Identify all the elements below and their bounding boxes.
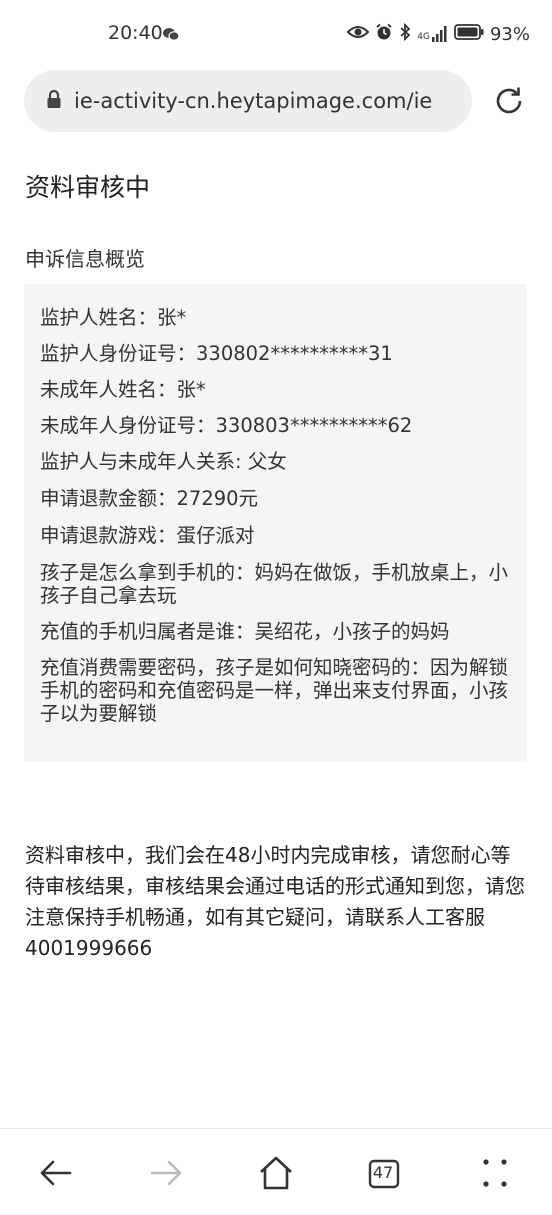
home-icon[interactable]	[256, 1153, 296, 1193]
minor-name: 未成年人姓名：张*	[40, 378, 206, 401]
eye-icon	[346, 24, 370, 44]
tabs-button[interactable]: 47	[368, 1157, 402, 1189]
page-title: 资料审核中	[25, 173, 151, 202]
url-text[interactable]: ie-activity-cn.heytapimage.com/ie	[74, 89, 462, 113]
lock-icon[interactable]	[46, 89, 62, 113]
minor-id: 未成年人身份证号：330803**********62	[40, 414, 413, 437]
relationship: 监护人与未成年人关系: 父女	[40, 450, 287, 473]
status-time: 20:40	[108, 22, 163, 44]
refund-game: 申请退款游戏：蛋仔派对	[40, 524, 255, 547]
battery-percent: 93%	[489, 23, 530, 45]
signal-icon: 4G	[417, 26, 448, 42]
wechat-icon	[162, 26, 180, 46]
section-title: 申诉信息概览	[25, 247, 145, 271]
back-icon[interactable]	[36, 1153, 76, 1193]
guardian-id: 监护人身份证号：330802**********31	[40, 342, 393, 365]
phone-owner: 充值的手机归属者是谁：吴绍花，小孩子的妈妈	[40, 620, 450, 643]
alarm-icon	[375, 23, 393, 45]
review-notice: 资料审核中，我们会在48小时内完成审核，请您耐心等待审核结果，审核结果会通过电话…	[25, 843, 525, 960]
browser-toolbar: 47	[0, 1128, 552, 1215]
refund-amount: 申请退款金额：27290元	[40, 487, 259, 510]
status-bar: 20:40 4G 93%	[0, 0, 552, 70]
tab-count: 47	[372, 1163, 394, 1182]
bluetooth-icon	[399, 22, 411, 45]
guardian-name: 监护人姓名：张*	[40, 306, 187, 329]
how-phone-obtained: 孩子是怎么拿到手机的：妈妈在做饭，手机放桌上，小孩子自己拿去玩	[40, 561, 509, 607]
battery-icon	[454, 24, 484, 44]
forward-icon[interactable]	[146, 1153, 186, 1193]
appeal-info-box: 监护人姓名：张* 监护人身份证号：330802**********31 未成年人…	[24, 284, 527, 762]
menu-icon[interactable]	[480, 1153, 520, 1193]
status-icons: 4G 93%	[346, 20, 530, 48]
address-bar[interactable]: ie-activity-cn.heytapimage.com/ie	[24, 70, 472, 132]
network-label: 4G	[417, 32, 430, 42]
reload-icon[interactable]	[492, 84, 526, 122]
password-knowledge: 充值消费需要密码，孩子是如何知晓密码的：因为解锁手机的密码和充值密码是一样，弹出…	[40, 656, 509, 725]
